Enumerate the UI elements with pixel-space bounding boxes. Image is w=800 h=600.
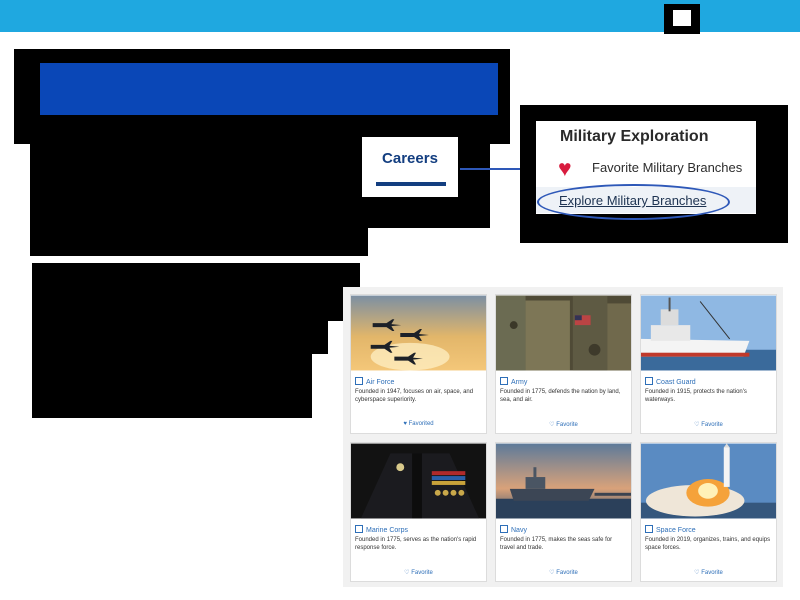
redacted-block bbox=[32, 263, 360, 321]
external-link-icon bbox=[355, 525, 363, 533]
card-description: Founded in 2019, organizes, trains, and … bbox=[645, 537, 771, 551]
card-title[interactable]: Space Force bbox=[645, 525, 696, 534]
card-title-text: Marine Corps bbox=[366, 527, 409, 534]
uniform-image bbox=[351, 443, 486, 519]
favorite-label: Favorite bbox=[701, 570, 723, 576]
small-mark bbox=[331, 194, 343, 198]
favorite-button[interactable]: ♥ Favorited bbox=[351, 421, 486, 427]
highlight-circle bbox=[537, 184, 730, 220]
careers-nav-item[interactable]: Careers bbox=[362, 137, 458, 197]
heart-outline-icon: ♡ bbox=[694, 570, 700, 576]
menu-square-icon[interactable] bbox=[664, 4, 700, 34]
favorite-button[interactable]: ♡ Favorite bbox=[496, 421, 631, 428]
warship-image bbox=[496, 443, 631, 519]
card-title-text: Coast Guard bbox=[656, 379, 696, 386]
redacted-block bbox=[32, 352, 312, 418]
card-description: Founded in 1775, serves as the nation's … bbox=[355, 537, 477, 551]
card-title-text: Navy bbox=[511, 527, 527, 534]
card-title[interactable]: Marine Corps bbox=[355, 525, 408, 534]
card-title-text: Air Force bbox=[366, 379, 395, 386]
jets-image bbox=[351, 295, 486, 371]
favorite-label: Favorited bbox=[408, 421, 434, 427]
card-description: Founded in 1775, makes the seas safe for… bbox=[500, 537, 613, 551]
favorite-label: Favorite bbox=[556, 422, 578, 428]
external-link-icon bbox=[500, 377, 508, 385]
favorite-button[interactable]: ♡ Favorite bbox=[641, 421, 776, 428]
card-title[interactable]: Navy bbox=[500, 525, 527, 534]
soldiers-image bbox=[496, 295, 631, 371]
redacted-block bbox=[32, 320, 328, 354]
card-title[interactable]: Coast Guard bbox=[645, 377, 696, 386]
active-underline bbox=[376, 182, 446, 186]
branch-card-space-force[interactable]: Space Force Founded in 2019, organizes, … bbox=[640, 442, 777, 582]
heart-filled-icon: ♥ bbox=[403, 421, 407, 427]
favorite-button[interactable]: ♡ Favorite bbox=[496, 569, 631, 576]
menu-title: Military Exploration bbox=[560, 128, 709, 145]
favorite-label: Favorite bbox=[411, 570, 433, 576]
heart-outline-icon: ♡ bbox=[404, 570, 410, 576]
card-title[interactable]: Army bbox=[500, 377, 527, 386]
heart-outline-icon: ♡ bbox=[549, 570, 555, 576]
favorite-label: Favorite bbox=[701, 422, 723, 428]
rocket-launch-image bbox=[641, 443, 776, 519]
external-link-icon bbox=[500, 525, 508, 533]
card-title-text: Army bbox=[511, 379, 528, 386]
branch-card-air-force[interactable]: Air Force Founded in 1947, focuses on ai… bbox=[350, 294, 487, 434]
branch-card-navy[interactable]: Navy Founded in 1775, makes the seas saf… bbox=[495, 442, 632, 582]
external-link-icon bbox=[645, 525, 653, 533]
external-link-icon bbox=[645, 377, 653, 385]
redacted-block bbox=[30, 226, 368, 256]
external-link-icon bbox=[355, 377, 363, 385]
favorite-label: Favorite bbox=[556, 570, 578, 576]
card-title-text: Space Force bbox=[656, 527, 696, 534]
branch-card-army[interactable]: Army Founded in 1775, defends the nation… bbox=[495, 294, 632, 434]
card-description: Founded in 1947, focuses on air, space, … bbox=[355, 389, 474, 403]
page-banner bbox=[40, 63, 498, 115]
card-description: Founded in 1775, defends the nation by l… bbox=[500, 389, 621, 403]
careers-label: Careers bbox=[382, 150, 438, 167]
branch-card-coast-guard[interactable]: Coast Guard Founded in 1915, protects th… bbox=[640, 294, 777, 434]
card-title[interactable]: Air Force bbox=[355, 377, 394, 386]
card-description: Founded in 1915, protects the nation's w… bbox=[645, 389, 747, 403]
ship-image bbox=[641, 295, 776, 371]
favorite-button[interactable]: ♡ Favorite bbox=[351, 569, 486, 576]
heart-outline-icon: ♡ bbox=[549, 422, 555, 428]
heart-icon: ♥ bbox=[558, 155, 572, 181]
favorite-branches-link[interactable]: Favorite Military Branches bbox=[592, 160, 742, 175]
heart-outline-icon: ♡ bbox=[694, 422, 700, 428]
branch-card-marine-corps[interactable]: Marine Corps Founded in 1775, serves as … bbox=[350, 442, 487, 582]
favorite-button[interactable]: ♡ Favorite bbox=[641, 569, 776, 576]
